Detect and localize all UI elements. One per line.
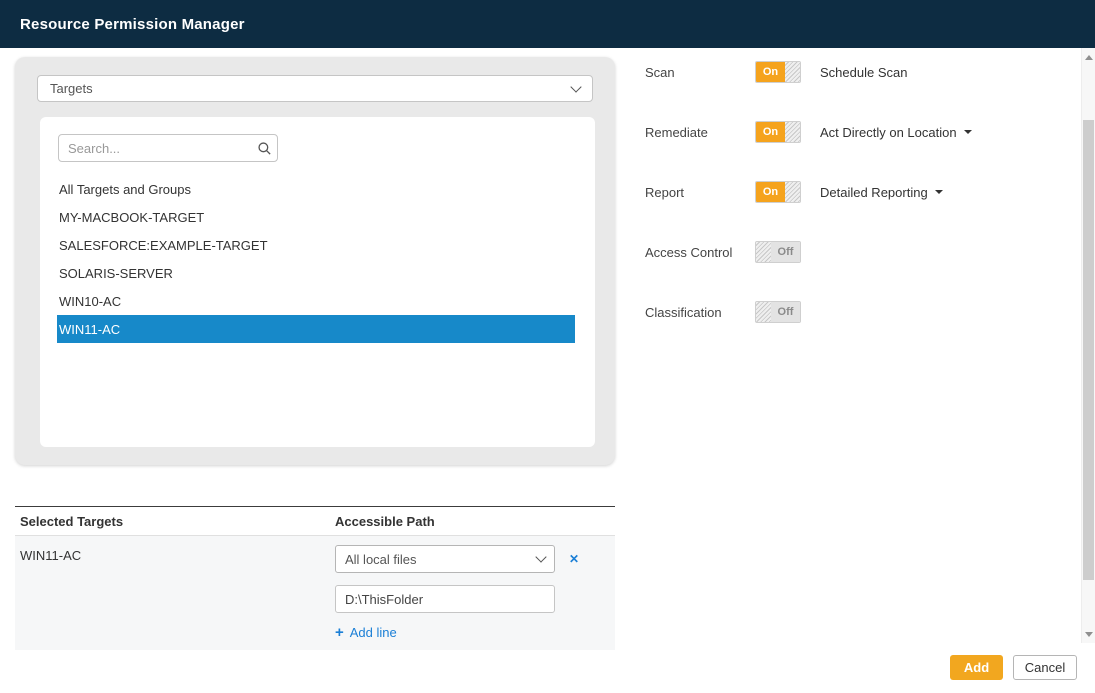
- scroll-up-icon[interactable]: [1082, 50, 1095, 64]
- report-mode-dropdown[interactable]: Detailed Reporting: [820, 185, 943, 200]
- classification-label: Classification: [645, 305, 755, 320]
- view-type-select[interactable]: Targets: [37, 75, 593, 102]
- target-item-all-targets[interactable]: All Targets and Groups: [57, 175, 575, 203]
- selected-targets-header: Selected Targets: [15, 514, 335, 529]
- remediate-toggle[interactable]: On: [755, 121, 801, 143]
- path-type-select[interactable]: All local files: [335, 545, 555, 573]
- option-row-access-control: Access Control Off: [645, 240, 801, 264]
- remediate-toggle-state: On: [756, 122, 785, 142]
- report-label: Report: [645, 185, 755, 200]
- options-panel: Scan On Schedule Scan Remediate On Act D…: [630, 48, 1070, 378]
- option-row-classification: Classification Off: [645, 300, 801, 324]
- target-item-salesforce[interactable]: SALESFORCE:EXAMPLE-TARGET: [57, 231, 575, 259]
- report-toggle-state: On: [756, 182, 785, 202]
- search-field-wrap: [58, 134, 278, 162]
- targets-list-box: All Targets and Groups MY-MACBOOK-TARGET…: [40, 117, 595, 447]
- view-type-value: Targets: [50, 81, 93, 96]
- classification-toggle[interactable]: Off: [755, 301, 801, 323]
- add-line-link[interactable]: + Add line: [335, 625, 397, 640]
- row-target-name: WIN11-AC: [15, 536, 335, 650]
- resource-permission-manager-dialog: Resource Permission Manager Targets All …: [0, 0, 1095, 693]
- access-control-toggle-state: Off: [771, 242, 800, 262]
- chevron-down-icon: [535, 551, 546, 562]
- remove-path-icon[interactable]: ✕: [569, 552, 579, 566]
- target-list: All Targets and Groups MY-MACBOOK-TARGET…: [57, 175, 575, 343]
- remediate-mode-dropdown[interactable]: Act Directly on Location: [820, 125, 972, 140]
- cancel-button[interactable]: Cancel: [1013, 655, 1077, 680]
- target-item-win11-selected[interactable]: WIN11-AC: [57, 315, 575, 343]
- accessible-path-header: Accessible Path: [335, 514, 435, 529]
- remediate-label: Remediate: [645, 125, 755, 140]
- row-path-cell: All local files ✕ + Add line: [335, 536, 579, 650]
- scan-toggle[interactable]: On: [755, 61, 801, 83]
- access-control-toggle[interactable]: Off: [755, 241, 801, 263]
- plus-icon: +: [335, 625, 344, 640]
- dialog-header: Resource Permission Manager: [0, 0, 1095, 48]
- toggle-stripes: [785, 182, 800, 202]
- path-value-input[interactable]: [335, 585, 555, 613]
- targets-panel: Targets All Targets and Groups MY-MACBOO…: [15, 57, 615, 465]
- toggle-stripes: [785, 62, 800, 82]
- option-row-scan: Scan On Schedule Scan: [645, 60, 907, 84]
- dialog-title: Resource Permission Manager: [20, 16, 245, 33]
- caret-down-icon: [964, 130, 972, 134]
- path-type-value: All local files: [345, 552, 417, 567]
- report-toggle[interactable]: On: [755, 181, 801, 203]
- toggle-stripes: [756, 242, 771, 262]
- toggle-stripes: [756, 302, 771, 322]
- schedule-scan-label: Schedule Scan: [820, 65, 907, 80]
- scan-label: Scan: [645, 65, 755, 80]
- scroll-down-icon[interactable]: [1082, 627, 1095, 641]
- scan-toggle-state: On: [756, 62, 785, 82]
- search-input[interactable]: [59, 141, 251, 156]
- chevron-down-icon: [570, 81, 581, 92]
- search-icon: [251, 141, 277, 156]
- table-row: WIN11-AC All local files ✕ + Add line: [15, 536, 615, 650]
- access-control-label: Access Control: [645, 245, 755, 260]
- table-header-row: Selected Targets Accessible Path: [15, 507, 615, 536]
- target-item-solaris[interactable]: SOLARIS-SERVER: [57, 259, 575, 287]
- add-button[interactable]: Add: [950, 655, 1003, 680]
- target-item-my-macbook[interactable]: MY-MACBOOK-TARGET: [57, 203, 575, 231]
- target-item-win10[interactable]: WIN10-AC: [57, 287, 575, 315]
- classification-toggle-state: Off: [771, 302, 800, 322]
- toggle-stripes: [785, 122, 800, 142]
- option-row-report: Report On Detailed Reporting: [645, 180, 943, 204]
- caret-down-icon: [935, 190, 943, 194]
- scrollbar-thumb[interactable]: [1083, 120, 1094, 580]
- vertical-scrollbar[interactable]: [1081, 48, 1095, 643]
- option-row-remediate: Remediate On Act Directly on Location: [645, 120, 972, 144]
- add-line-label: Add line: [350, 625, 397, 640]
